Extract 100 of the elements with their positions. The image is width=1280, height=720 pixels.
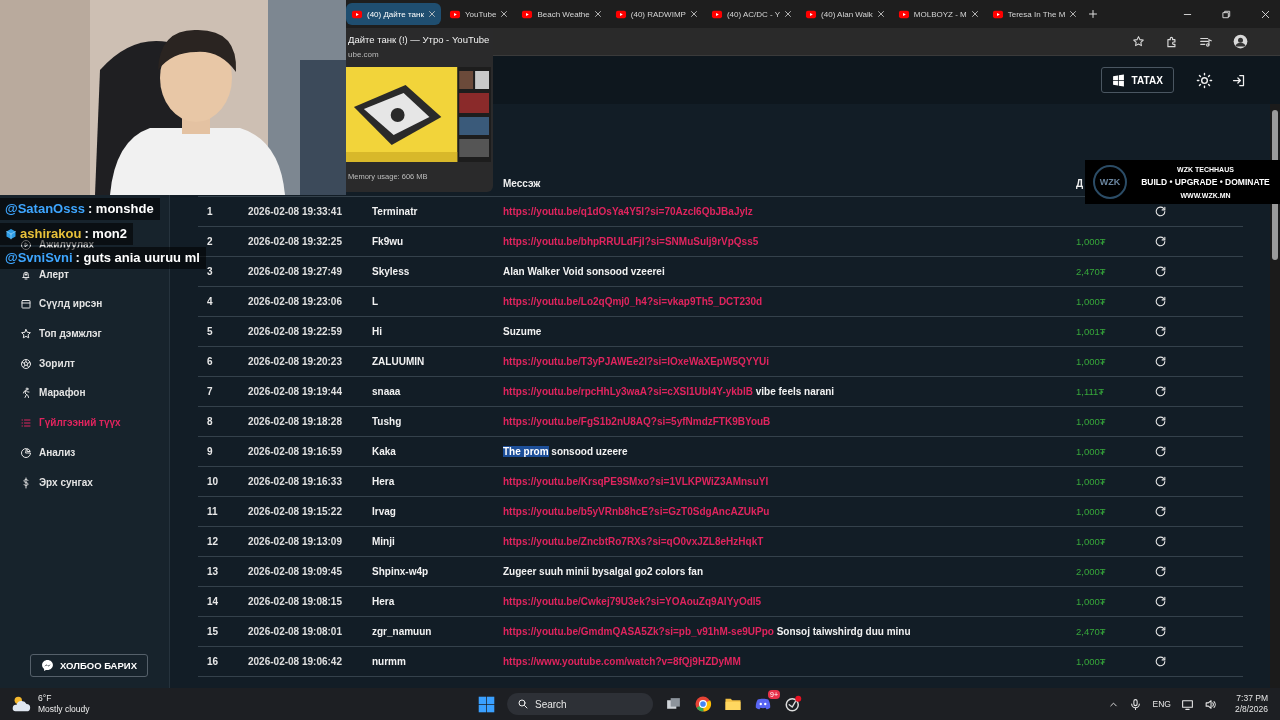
microphone-icon[interactable]	[1129, 697, 1143, 711]
browser-tab[interactable]: MOLBOYZ - M	[892, 3, 984, 25]
amount-cell-text: 1,000₮	[1076, 296, 1107, 307]
logout-icon[interactable]	[1231, 72, 1246, 88]
refresh-icon[interactable]	[1154, 325, 1167, 338]
restore-icon[interactable]	[1221, 8, 1232, 20]
browser-tab[interactable]: YouTube	[444, 3, 514, 25]
amount-cell-text: 2,000₮	[1076, 566, 1107, 577]
puzzle-icon[interactable]	[1165, 34, 1179, 49]
column-header: Д	[1076, 178, 1084, 189]
refresh-icon[interactable]	[1154, 265, 1167, 278]
name-cell-text: L	[372, 296, 380, 307]
tab-title: MOLBOYZ - M	[913, 9, 967, 19]
message-text: sonsood uzeere	[551, 446, 628, 457]
name-cell-text: Hi	[372, 326, 383, 337]
browser-tab[interactable]: (40) RADWIMP	[609, 3, 703, 25]
refresh-icon[interactable]	[1154, 625, 1167, 638]
message-link[interactable]: https://youtu.be/Lo2qQmj0_h4?si=vkap9Th5_DCT230d	[503, 296, 763, 307]
refresh-icon[interactable]	[1154, 205, 1167, 218]
contact-button[interactable]: ХОЛБОО БАРИХ	[30, 654, 148, 677]
close-icon[interactable]	[688, 9, 699, 19]
video-icon	[896, 8, 911, 20]
logo: WZK	[1093, 165, 1127, 199]
monitor-icon[interactable]	[1180, 697, 1194, 711]
star-icon	[20, 328, 32, 341]
browser-tab[interactable]: (40) Alan Walk	[800, 3, 890, 25]
sidebar-item[interactable]: Марафон	[20, 387, 169, 400]
refresh-icon[interactable]	[1154, 565, 1167, 578]
browser-tab[interactable]: Teresa In The M	[986, 3, 1083, 25]
refresh-icon[interactable]	[1154, 445, 1167, 458]
message-link[interactable]: https://youtu.be/Cwkej79U3ek?si=YOAouZq9AlYyOdl5	[503, 596, 762, 607]
message-link[interactable]: https://www.youtube.com/watch?v=8fQj9HZDyMM	[503, 656, 741, 667]
language-indicator[interactable]: ENG	[1152, 699, 1171, 709]
app-icon[interactable]	[784, 695, 802, 713]
refresh-icon[interactable]	[1154, 655, 1167, 668]
message-link[interactable]: https://youtu.be/T3yPJAWEe2I?si=IOxeWaXEpW5QYYUi	[503, 356, 770, 367]
message-link[interactable]: https://youtu.be/bhpRRULdFjI?si=SNMuSuIj9rVpQss5	[503, 236, 759, 247]
refresh-icon[interactable]	[1154, 535, 1167, 548]
refresh-icon[interactable]	[1154, 595, 1167, 608]
sidebar-item[interactable]: Алерт	[20, 268, 169, 281]
tab-title: (40) Дайте танк	[367, 9, 424, 19]
new-tab-icon[interactable]	[1087, 8, 1100, 20]
refresh-icon[interactable]	[1154, 505, 1167, 518]
refresh-icon[interactable]	[1154, 355, 1167, 368]
sidebar-item[interactable]: Ажилуулах	[20, 239, 169, 251]
refresh-icon[interactable]	[1154, 415, 1167, 428]
refresh-icon[interactable]	[1154, 475, 1167, 488]
sidebar-item[interactable]: Эрх сунгах	[20, 476, 169, 489]
message-text: Zugeer suuh minii bysalgal go2 colors fan	[503, 566, 704, 577]
amount-cell-text: 1,000₮	[1076, 596, 1107, 607]
date-cell-text: 2026-02-08 19:19:44	[248, 386, 343, 397]
close-icon[interactable]	[875, 9, 886, 19]
refresh-icon[interactable]	[1154, 235, 1167, 248]
close-icon[interactable]	[969, 9, 980, 19]
close-icon[interactable]	[499, 9, 510, 19]
search-field[interactable]: Search	[507, 693, 653, 715]
scrollbar[interactable]	[1270, 104, 1280, 688]
message-link[interactable]: https://youtu.be/b5yVRnb8hcE?si=GzT0SdgAncAZUkPu	[503, 506, 770, 517]
message-link[interactable]: https://youtu.be/q1dOsYa4Y5I?si=70AzcI6QbJBaJylz	[503, 206, 753, 217]
sidebar-item[interactable]: Сүүлд ирсэн	[20, 298, 169, 311]
sun-icon[interactable]	[1196, 71, 1213, 89]
browser-tab[interactable]: Beach Weathe	[516, 3, 607, 25]
avatar-icon[interactable]	[1233, 34, 1248, 49]
star-icon[interactable]	[1132, 35, 1145, 48]
refresh-icon[interactable]	[1154, 385, 1167, 398]
close-icon[interactable]	[1260, 8, 1271, 20]
clock-time[interactable]: 7:37 PM	[1234, 693, 1268, 704]
close-icon[interactable]	[783, 9, 794, 19]
refresh-icon[interactable]	[1154, 295, 1167, 308]
row-number: 8	[206, 416, 214, 427]
browser-tab[interactable]: (40) Дайте танк	[346, 3, 441, 25]
speaker-icon[interactable]	[1203, 697, 1217, 711]
sidebar-item[interactable]: Топ дэмжлэг	[20, 328, 169, 341]
sidebar-item[interactable]: Анализ	[20, 446, 169, 459]
date-cell-text: 2026-02-08 19:33:41	[248, 206, 343, 217]
windows-logo-icon	[1112, 73, 1126, 87]
name-cell-text: Skyless	[372, 266, 411, 277]
close-icon[interactable]	[1068, 9, 1079, 19]
message-link[interactable]: https://youtu.be/GmdmQASA5Zk?si=pb_v91hM-se9UPpo	[503, 626, 774, 637]
row-number: 14	[206, 596, 220, 607]
download-button[interactable]: ТАТАХ	[1101, 67, 1174, 93]
close-icon[interactable]	[592, 9, 603, 19]
sidebar-item[interactable]: Гүйлгээний түүх	[20, 417, 169, 430]
windows-logo-icon[interactable]	[478, 695, 495, 713]
video-icon	[448, 8, 462, 20]
column-header: Мессэж	[503, 178, 541, 189]
date-cell-text: 2026-02-08 19:27:49	[248, 266, 343, 277]
message-link[interactable]: https://youtu.be/FgS1b2nU8AQ?si=5yfNmdzFTK9BYouB	[503, 416, 771, 427]
clock-date[interactable]: 2/8/2026	[1234, 704, 1268, 715]
date-cell-text: 2026-02-08 19:06:42	[248, 656, 343, 667]
message-link[interactable]: https://youtu.be/rpcHhLy3waA?si=cXSI1UbI4Y-ykblB	[503, 386, 753, 397]
sidebar-item[interactable]: Зорилт	[20, 357, 169, 370]
message-link[interactable]: https://youtu.be/ZncbtRo7RXs?si=qO0vxJZL8eHzHqkT	[503, 536, 764, 547]
browser-tab[interactable]: (40) AC/DC - Y	[705, 3, 798, 25]
name-cell-text: Irvag	[372, 506, 397, 517]
close-icon[interactable]	[427, 9, 437, 19]
amount-cell-text: 1,000₮	[1076, 356, 1107, 367]
name-cell-text: zgr_namuun	[372, 626, 433, 637]
browser-icon[interactable]	[694, 695, 712, 713]
message-link[interactable]: https://youtu.be/KrsqPE9SMxo?si=1VLKPWiZ3AMnsuYI	[503, 476, 769, 487]
